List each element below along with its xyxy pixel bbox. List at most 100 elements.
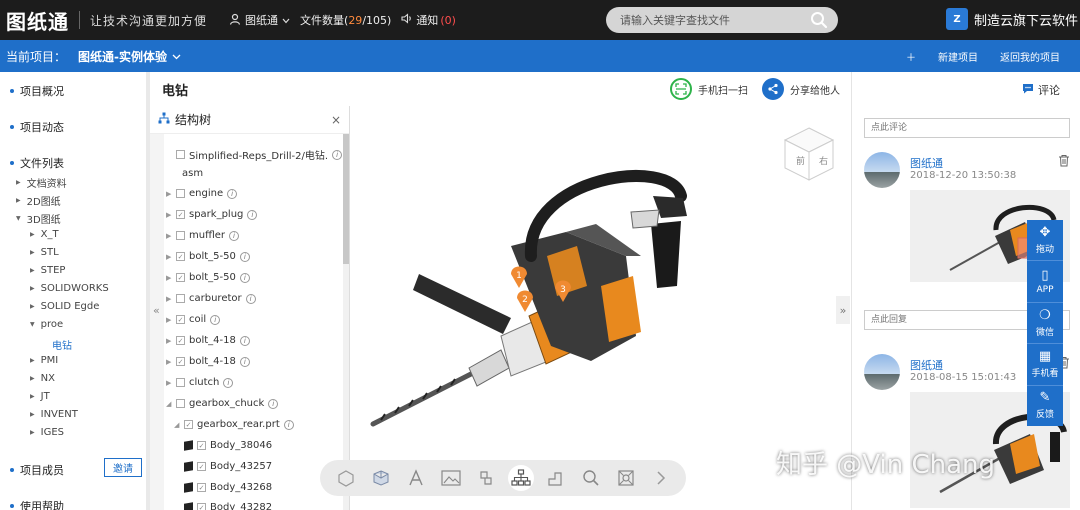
checkbox[interactable] (176, 189, 185, 198)
checkbox[interactable]: ✓ (197, 483, 206, 492)
sidebar-item-overview[interactable]: 项目概况 (10, 83, 64, 99)
sidebar-item-activity[interactable]: 项目动态 (10, 119, 64, 135)
sidebar-item-active-file[interactable]: 电钻 (52, 337, 72, 352)
sidebar-item-format[interactable]: ▼ proe (30, 319, 63, 330)
tree-node[interactable]: ▶ carburetor i (166, 293, 256, 304)
sidebar-item-members[interactable]: 项目成员 (10, 462, 64, 478)
tree-node[interactable]: ▶ ✓ bolt_5-50 i (166, 272, 250, 283)
search-icon[interactable] (810, 11, 828, 32)
triangle-right-icon[interactable]: ▶ (166, 316, 176, 324)
checkbox[interactable]: ✓ (197, 462, 206, 471)
view-cube[interactable]: 前 右 (781, 124, 837, 187)
tree-node[interactable]: ▶ engine i (166, 188, 238, 199)
triangle-down-icon[interactable]: ◢ (174, 421, 184, 429)
tree-node[interactable]: ▶ ✓ bolt_5-50 i (166, 251, 250, 262)
info-icon[interactable]: i (239, 335, 250, 346)
tree-node-root[interactable]: Simplified-Reps_Drill-2/电钻. i (166, 147, 343, 162)
app-button[interactable]: ▯ APP (1027, 261, 1063, 303)
triangle-right-icon[interactable]: ▶ (166, 337, 176, 345)
project-selector[interactable]: 图纸通-实例体验 (78, 48, 181, 65)
checkbox[interactable] (176, 231, 185, 240)
scroll-thumb[interactable] (343, 134, 349, 264)
back-to-projects-button[interactable]: 返回我的项目 (1000, 49, 1060, 64)
tree-collapse-strip[interactable]: « (150, 134, 164, 510)
triangle-right-icon[interactable]: ▶ (166, 379, 176, 387)
checkbox[interactable]: ✓ (176, 273, 185, 282)
checkbox[interactable]: ✓ (176, 357, 185, 366)
sidebar-item-help[interactable]: 使用帮助 (10, 498, 64, 510)
chevron-right-icon[interactable] (648, 465, 674, 491)
checkbox[interactable] (176, 294, 185, 303)
feedback-button[interactable]: ✎ 反馈 (1027, 386, 1063, 426)
explode-icon[interactable] (473, 465, 499, 491)
brand-link[interactable]: Z 制造云旗下云软件 (946, 8, 1078, 30)
info-icon[interactable]: i (239, 356, 250, 367)
drag-button[interactable]: ✥ 拖动 (1027, 220, 1063, 262)
comment-user[interactable]: 图纸通 (910, 357, 943, 373)
new-project-button[interactable]: ＋新建项目 (884, 49, 978, 64)
checkbox[interactable]: ✓ (197, 441, 206, 450)
notice-button[interactable]: 通知 (0) (401, 12, 456, 28)
tree-node-body[interactable]: ✓ Body_38046 (184, 440, 272, 451)
triangle-right-icon[interactable]: ▶ (166, 253, 176, 261)
checkbox[interactable]: ✓ (176, 336, 185, 345)
marker[interactable]: 2 (517, 290, 533, 313)
sidebar-item-format[interactable]: ▶ INVENT (30, 409, 78, 420)
measure-icon[interactable] (543, 465, 569, 491)
triangle-right-icon[interactable]: ▶ (166, 358, 176, 366)
sidebar-item-2d[interactable]: ▶ 2D图纸 (16, 193, 61, 208)
tree-node[interactable]: ▶ clutch i (166, 377, 234, 388)
checkbox[interactable]: ✓ (184, 420, 193, 429)
share-button[interactable]: 分享给他人 (762, 78, 840, 100)
tree-node-sub[interactable]: ◢ ✓ gearbox_rear.prt i (174, 419, 294, 430)
checkbox[interactable]: ✓ (176, 252, 185, 261)
wechat-button[interactable]: ❍ 微信 (1027, 303, 1063, 345)
info-icon[interactable]: i (283, 419, 294, 430)
sidebar-item-format[interactable]: ▶ NX (30, 373, 55, 384)
triangle-right-icon[interactable]: ▶ (166, 232, 176, 240)
annotation-text-icon[interactable] (403, 465, 429, 491)
info-icon[interactable]: i (239, 251, 250, 262)
tree-node[interactable]: ▶ ✓ coil i (166, 314, 221, 325)
sidebar-item-format[interactable]: ▶ PMI (30, 355, 58, 366)
sidebar-item-format[interactable]: ▶ SOLID Egde (30, 301, 99, 312)
sidebar-item-format[interactable]: ▶ X_T (30, 229, 59, 240)
info-icon[interactable]: i (268, 398, 279, 409)
sidebar-item-format[interactable]: ▶ JT (30, 391, 50, 402)
tree-node-body[interactable]: ✓ Body_43268 (184, 482, 272, 493)
tree-scrollbar[interactable] (343, 134, 349, 510)
zoom-icon[interactable] (578, 465, 604, 491)
tree-node[interactable]: ▶ ✓ spark_plug i (166, 209, 258, 220)
checkbox[interactable]: ✓ (176, 210, 185, 219)
structure-tree-icon[interactable] (507, 465, 534, 491)
sidebar-item-format[interactable]: ▶ SOLIDWORKS (30, 283, 109, 294)
expand-right-button[interactable]: » (836, 296, 850, 324)
comments-tab[interactable]: 评论 (1022, 82, 1060, 98)
triangle-right-icon[interactable]: ▶ (166, 274, 176, 282)
avatar[interactable] (864, 354, 900, 390)
scan-qr-button[interactable]: 手机扫一扫 (670, 78, 748, 100)
info-icon[interactable]: i (239, 272, 250, 283)
triangle-down-icon[interactable]: ◢ (166, 400, 176, 408)
comment-input[interactable] (864, 118, 1070, 138)
sidebar-item-format[interactable]: ▶ IGES (30, 427, 64, 438)
info-icon[interactable]: i (332, 149, 343, 160)
close-icon[interactable]: × (331, 113, 341, 127)
settings-icon[interactable] (613, 465, 639, 491)
triangle-right-icon[interactable]: ▶ (166, 211, 176, 219)
cube-view-icon[interactable] (368, 465, 394, 491)
triangle-right-icon[interactable]: ▶ (166, 190, 176, 198)
marker[interactable]: 1 (511, 266, 527, 289)
app-logo[interactable]: 图纸通 (6, 6, 69, 35)
tree-node[interactable]: ▶ muffler i (166, 230, 240, 241)
tree-node-body[interactable]: ✓ Body_43257 (184, 461, 272, 472)
tree-node-body[interactable]: ✓ Body_43282 (184, 502, 272, 510)
checkbox[interactable] (176, 378, 185, 387)
invite-button[interactable]: 邀请 (104, 458, 142, 477)
info-icon[interactable]: i (245, 293, 256, 304)
comment-user[interactable]: 图纸通 (910, 155, 943, 171)
home-view-icon[interactable] (333, 465, 359, 491)
checkbox[interactable]: ✓ (197, 503, 206, 510)
image-icon[interactable] (438, 465, 464, 491)
checkbox[interactable] (176, 150, 185, 159)
